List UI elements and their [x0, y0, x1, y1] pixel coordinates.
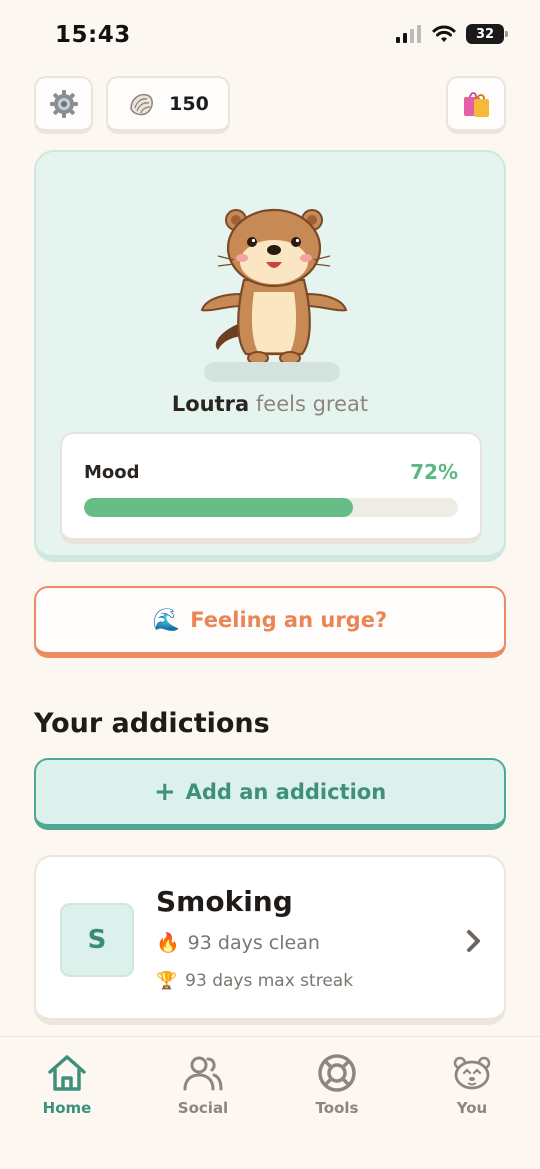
add-addiction-label: Add an addiction [185, 780, 387, 804]
nav-you-label: You [456, 1099, 488, 1117]
people-icon [183, 1056, 223, 1091]
nav-you[interactable]: You [422, 1051, 522, 1117]
streak-text: 93 days clean [187, 931, 320, 954]
nav-home[interactable]: Home [17, 1051, 117, 1117]
shells-balance-button[interactable]: 150 [106, 76, 230, 134]
trophy-icon: 🏆 [156, 971, 178, 991]
mood-card: Mood 72% [60, 432, 482, 544]
status-icons: 32 [396, 24, 508, 44]
mood-label: Mood [84, 462, 140, 483]
shell-icon [130, 93, 154, 115]
shopping-bag-icon [464, 91, 489, 117]
add-addiction-button[interactable]: + Add an addiction [34, 758, 506, 830]
addictions-section-title: Your addictions [34, 708, 270, 739]
addiction-name: Smoking [156, 885, 293, 918]
nav-tools-label: Tools [315, 1099, 359, 1117]
home-icon [48, 1055, 86, 1091]
max-streak-row: 🏆 93 days max streak [156, 971, 353, 991]
status-time: 15:43 [55, 22, 131, 48]
bottom-nav: Home Social Tools You [0, 1036, 540, 1169]
addiction-badge: S [60, 903, 134, 977]
gear-icon [49, 89, 78, 118]
fire-icon: 🔥 [156, 932, 180, 954]
nav-social-label: Social [177, 1099, 229, 1117]
streak-row: 🔥 93 days clean [156, 931, 320, 955]
nav-home-label: Home [42, 1099, 92, 1117]
shop-button[interactable] [446, 76, 506, 134]
shells-count: 150 [169, 92, 209, 115]
otter-face-icon [453, 1056, 491, 1090]
mood-progress-fill [84, 498, 354, 517]
wifi-icon [432, 25, 456, 42]
pet-card: Loutra feels great Mood 72% [34, 150, 506, 562]
pet-status-line: Loutra feels great [36, 392, 504, 416]
signal-icon [396, 25, 421, 43]
mood-progress-bar [84, 498, 458, 517]
pet-status: feels great [255, 392, 369, 416]
pet-name: Loutra [171, 392, 250, 416]
addiction-card-smoking[interactable]: S Smoking 🔥 93 days clean 🏆 93 days max … [34, 855, 506, 1025]
lifebuoy-icon [318, 1054, 356, 1092]
wave-icon: 🌊 [152, 607, 181, 633]
nav-tools[interactable]: Tools [287, 1051, 387, 1117]
otter-pet-illustration[interactable] [196, 202, 352, 372]
chevron-right-icon[interactable] [466, 929, 482, 953]
feeling-urge-label: Feeling an urge? [190, 608, 388, 632]
battery-icon: 32 [466, 24, 508, 44]
pet-shadow [204, 362, 340, 382]
max-streak-text: 93 days max streak [185, 971, 354, 991]
plus-icon: + [153, 777, 176, 807]
status-bar: 15:43 32 [0, 0, 540, 70]
settings-button[interactable] [34, 76, 93, 134]
mood-value: 72% [410, 460, 458, 484]
feeling-urge-button[interactable]: 🌊 Feeling an urge? [34, 586, 506, 658]
nav-social[interactable]: Social [153, 1051, 253, 1117]
